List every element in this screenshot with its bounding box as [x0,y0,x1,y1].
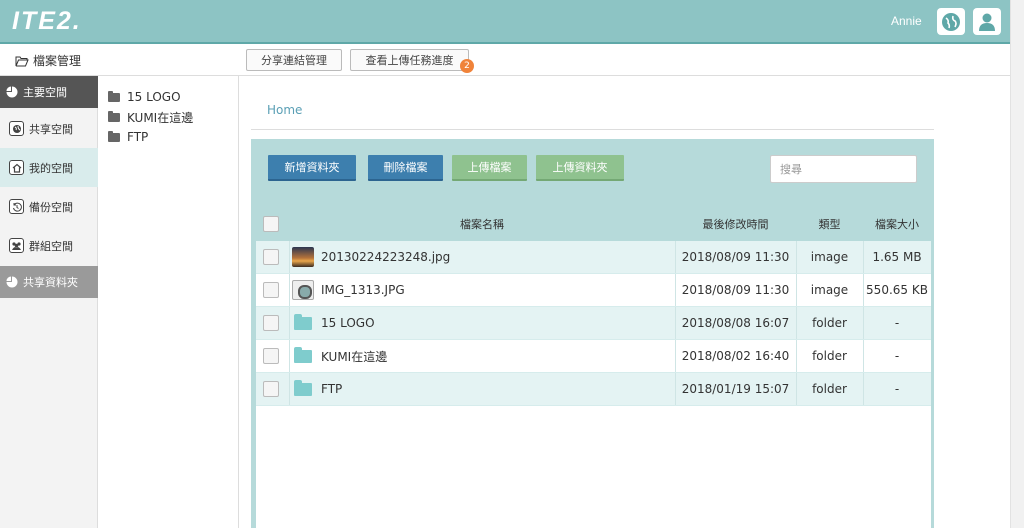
page-scrollbar[interactable] [1010,0,1024,528]
globe-icon [9,121,24,136]
app-header: ITE2. Annie [0,0,1024,44]
file-size: 1.65 MB [872,250,922,264]
breadcrumb-divider [251,129,934,130]
table-row[interactable]: IMG_1313.JPG 2018/08/09 11:30 image 550.… [256,274,931,307]
table-row[interactable]: 15 LOGO 2018/08/08 16:07 folder - [256,307,931,340]
group-icon [9,238,24,253]
folder-icon [108,130,120,142]
breadcrumb-home[interactable]: Home [267,103,302,117]
upload-count-badge: 2 [460,59,474,73]
app-logo[interactable]: ITE2. [12,7,82,35]
row-checkbox[interactable] [263,249,279,265]
row-checkbox[interactable] [263,381,279,397]
file-size: 550.65 KB [866,283,928,297]
table-row[interactable]: 20130224223248.jpg 2018/08/09 11:30 imag… [256,241,931,274]
table-header: 檔案名稱 最後修改時間 類型 檔案大小 [256,207,931,241]
tree-item-label: KUMI在這邊 [127,110,194,125]
sub-toolbar: 檔案管理 分享連結管理 查看上傳任務進度 [0,44,1010,76]
home-icon [9,160,24,175]
nav-item-group-space[interactable]: 群組空間 [0,226,98,265]
folder-icon [294,314,312,330]
file-name[interactable]: FTP [321,373,671,405]
file-type: folder [812,316,847,330]
col-name-header[interactable]: 檔案名稱 [289,207,675,241]
file-modified: 2018/08/08 16:07 [681,316,790,330]
folder-open-icon [15,56,29,66]
file-type: image [810,283,849,297]
file-name[interactable]: 15 LOGO [321,307,671,339]
nav-section-shared-folder[interactable]: 共享資料夾 [0,266,98,298]
folder-tree: 15 LOGO KUMI在這邊 FTP [99,76,239,528]
tree-item[interactable]: 15 LOGO [108,88,181,106]
folder-icon [294,347,312,363]
file-manager-title: 檔案管理 [15,52,81,69]
new-folder-button[interactable]: 新增資料夾 [268,155,356,181]
table-row[interactable]: FTP 2018/01/19 15:07 folder - [256,373,931,406]
globe-button[interactable] [937,8,965,35]
upload-progress-button[interactable]: 查看上傳任務進度 [350,49,469,71]
file-modified: 2018/08/09 11:30 [681,250,790,264]
left-nav: 主要空間 共享空間 我的空間 備份空間 群組空間 共享資料夾 [0,76,98,528]
row-checkbox[interactable] [263,315,279,331]
file-name[interactable]: 20130224223248.jpg [321,241,671,273]
folder-icon [108,90,120,102]
nav-item-label: 我的空間 [29,161,73,175]
file-manager-label: 檔案管理 [33,54,82,68]
tree-item-label: FTP [127,130,149,144]
file-name[interactable]: IMG_1313.JPG [321,274,671,306]
row-checkbox[interactable] [263,282,279,298]
nav-section-label: 共享資料夾 [23,276,78,289]
upload-folder-button[interactable]: 上傳資料夾 [536,155,624,181]
file-size: - [894,349,900,363]
file-table: 檔案名稱 最後修改時間 類型 檔案大小 20130224223248.jpg 2… [256,207,931,528]
file-size: - [894,316,900,330]
pie-chart-icon [6,276,18,288]
col-size-header[interactable]: 檔案大小 [863,207,931,241]
search-input[interactable] [770,155,917,183]
history-icon [9,199,24,214]
user-profile-button[interactable] [973,8,1001,35]
table-row[interactable]: KUMI在這邊 2018/08/02 16:40 folder - [256,340,931,373]
folder-icon [108,110,120,122]
nav-item-my-space[interactable]: 我的空間 [0,148,98,187]
file-name[interactable]: KUMI在這邊 [321,340,671,372]
file-modified: 2018/01/19 15:07 [681,382,790,396]
user-icon [979,13,995,31]
globe-icon [942,12,960,31]
file-type: folder [812,349,847,363]
nav-section-main-space[interactable]: 主要空間 [0,76,98,108]
nav-item-shared-space[interactable]: 共享空間 [0,109,98,148]
col-type-header[interactable]: 類型 [796,207,863,241]
user-name[interactable]: Annie [891,14,922,28]
nav-section-label: 主要空間 [23,86,67,99]
file-modified: 2018/08/09 11:30 [681,283,790,297]
file-type: folder [812,382,847,396]
nav-item-backup-space[interactable]: 備份空間 [0,187,98,226]
nav-item-label: 共享空間 [29,122,73,136]
select-all-checkbox[interactable] [263,216,279,232]
delete-file-button[interactable]: 刪除檔案 [368,155,443,181]
tree-item-label: 15 LOGO [127,90,181,104]
nav-item-label: 群組空間 [29,239,73,253]
file-modified: 2018/08/02 16:40 [681,349,790,363]
file-type: image [810,250,849,264]
tree-item[interactable]: FTP [108,128,148,146]
file-size: - [894,382,900,396]
pie-chart-icon [6,86,18,98]
tree-item[interactable]: KUMI在這邊 [108,108,193,126]
image-thumb-icon [292,247,314,267]
share-link-manage-button[interactable]: 分享連結管理 [246,49,342,71]
row-checkbox[interactable] [263,348,279,364]
col-modified-header[interactable]: 最後修改時間 [675,207,796,241]
upload-file-button[interactable]: 上傳檔案 [452,155,527,181]
image-thumb-icon [292,280,314,300]
nav-item-label: 備份空間 [29,200,73,214]
folder-icon [294,380,312,396]
